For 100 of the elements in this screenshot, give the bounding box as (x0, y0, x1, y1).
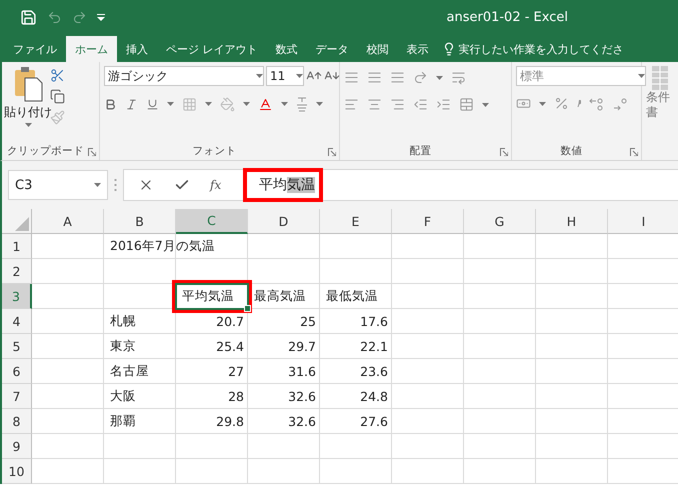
table-cell-text: 27.6 (359, 413, 389, 431)
ribbon-tab[interactable]: ファイル (4, 36, 66, 62)
row-header[interactable]: 1 (2, 234, 32, 259)
font-name-field[interactable]: 游ゴシック (104, 66, 264, 86)
group-label: クリップボード (7, 144, 84, 158)
align-right-icon[interactable] (390, 97, 405, 112)
row-header[interactable]: 8 (2, 409, 32, 434)
column-header[interactable]: D (248, 209, 320, 234)
redo-icon[interactable] (72, 10, 87, 24)
table-cell-text: 25.4 (215, 338, 245, 356)
column-header[interactable]: F (392, 209, 464, 234)
percent-icon[interactable] (554, 96, 569, 111)
ribbon-tab[interactable]: ホーム (66, 36, 117, 62)
group-label: フォント (192, 144, 236, 158)
table-cell-text: 那覇 (109, 412, 137, 430)
table-cell-text: 最高気温 (253, 287, 307, 305)
table-cell-text: 17.6 (359, 313, 389, 331)
ribbon-tab[interactable]: データ (306, 36, 358, 62)
table-cell-text: 22.1 (359, 338, 389, 356)
save-icon[interactable] (20, 8, 37, 26)
select-all-icon[interactable] (15, 217, 29, 231)
table-cell-text: 31.6 (287, 363, 317, 381)
row-header[interactable]: 5 (2, 334, 32, 359)
row-header[interactable]: 9 (2, 434, 32, 459)
borders-icon[interactable] (182, 96, 197, 112)
align-left-icon[interactable] (344, 97, 359, 112)
caret-icon (205, 102, 212, 106)
scissors-icon[interactable] (50, 68, 65, 83)
row-header[interactable]: 4 (2, 309, 32, 334)
conditional-formatting-label[interactable]: 書 (646, 105, 678, 120)
increase-indent-icon[interactable] (436, 97, 451, 112)
font-size-field[interactable]: 11 (266, 66, 304, 86)
table-cell-text: 29.7 (287, 338, 317, 356)
caret-icon (436, 76, 443, 80)
undo-icon[interactable] (47, 10, 62, 24)
window-title: anser01-02 - Excel (446, 10, 568, 24)
bold-icon[interactable] (104, 98, 117, 110)
caret-icon (296, 74, 303, 78)
decrease-indent-icon[interactable] (413, 97, 428, 112)
group-label: 数値 (560, 144, 582, 158)
column-header[interactable]: I (608, 209, 678, 234)
column-header[interactable]: G (464, 209, 536, 234)
name-box[interactable]: C3 (8, 170, 108, 200)
column-header[interactable]: E (320, 209, 392, 234)
ribbon-tab[interactable]: 表示 (398, 36, 438, 62)
grip-icon (114, 178, 117, 192)
row-header[interactable]: 2 (2, 259, 32, 284)
customize-menu-icon[interactable] (97, 14, 105, 20)
font-color-icon[interactable] (258, 96, 273, 112)
table-cell-text: 25 (299, 313, 317, 331)
table-cell-text: 27 (227, 363, 245, 381)
paste-button[interactable]: 貼り付け (4, 104, 52, 121)
number-format-field[interactable]: 標準 (516, 66, 646, 86)
fill-color-icon[interactable] (220, 96, 235, 112)
conditional-formatting-label[interactable]: 条件 (646, 90, 678, 105)
table-cell-text: 29.8 (215, 413, 245, 431)
column-header[interactable]: B (104, 209, 176, 234)
table-cell-text: 最低気温 (325, 287, 379, 305)
format-painter-icon[interactable] (50, 110, 65, 125)
align-center-icon[interactable] (367, 97, 382, 112)
row-header[interactable]: 6 (2, 359, 32, 384)
ribbon-tab[interactable]: 挿入 (117, 36, 157, 62)
row-header[interactable]: 7 (2, 384, 32, 409)
caret-icon (256, 74, 263, 78)
increase-decimal-icon[interactable] (589, 96, 605, 110)
decrease-decimal-icon[interactable] (613, 96, 629, 110)
column-header[interactable]: A (32, 209, 104, 234)
wrap-text-icon[interactable] (451, 70, 466, 85)
ribbon-tab[interactable]: 数式 (266, 36, 306, 62)
paste-icon[interactable] (13, 66, 43, 102)
caret-icon (638, 74, 645, 78)
table-cell-text: 24.8 (359, 388, 389, 406)
table-cell-text: 23.6 (359, 363, 389, 381)
italic-icon[interactable] (125, 98, 138, 110)
dialog-launcher-icon[interactable] (500, 148, 508, 156)
table-cell-text: 札幌 (109, 312, 137, 330)
ribbon-tab[interactable]: 校閲 (358, 36, 398, 62)
caret-icon (482, 102, 489, 106)
table-cell-text: 32.6 (287, 388, 317, 406)
row-header[interactable]: 3 (2, 284, 32, 309)
column-header[interactable]: H (536, 209, 608, 234)
underline-icon[interactable] (146, 98, 159, 110)
table-cell-text: 東京 (109, 337, 137, 355)
table-cell-text: 大阪 (109, 387, 137, 405)
dialog-launcher-icon[interactable] (328, 148, 336, 156)
ribbon-tab[interactable]: ページ レイアウト (157, 36, 266, 62)
fill-handle[interactable] (244, 305, 251, 312)
merge-cells-icon[interactable] (459, 97, 474, 112)
copy-icon[interactable] (50, 89, 65, 104)
dialog-launcher-icon[interactable] (630, 148, 638, 156)
table-cell-text: 28 (227, 388, 245, 406)
caret-icon (243, 102, 250, 106)
formula-field[interactable]: fx 平均気温 (123, 169, 678, 201)
tell-me-field[interactable]: 実行したい作業を入力してくださ (458, 42, 624, 56)
table-cell-text: 名古屋 (109, 362, 150, 380)
insert-function-button[interactable]: fx (210, 178, 222, 192)
row-header[interactable]: 10 (2, 459, 32, 484)
table-cell-text: 20.7 (215, 313, 245, 331)
dialog-launcher-icon[interactable] (88, 148, 96, 156)
column-header[interactable]: C (176, 209, 248, 234)
